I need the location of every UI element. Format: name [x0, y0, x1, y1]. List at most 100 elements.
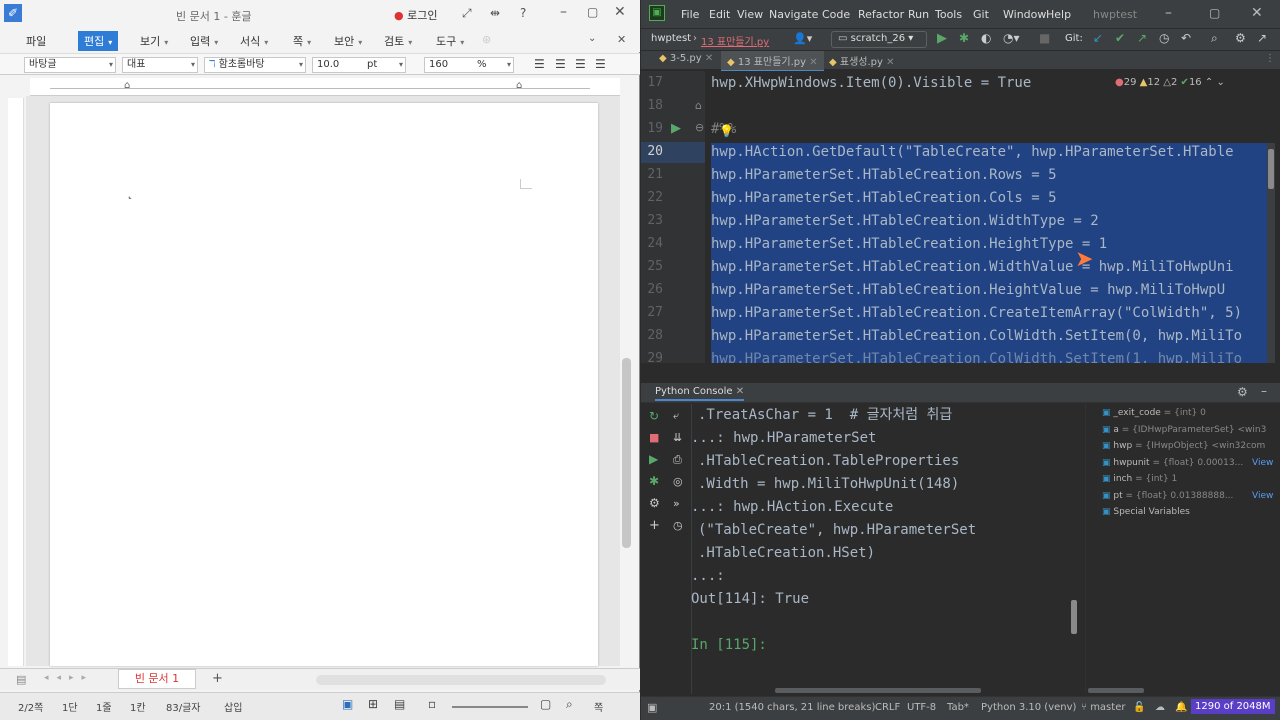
- run-cell-icon[interactable]: ▶: [671, 121, 681, 136]
- view-normal-icon[interactable]: ▣: [342, 697, 353, 711]
- console-settings-gear-icon[interactable]: ⚙: [649, 496, 660, 510]
- maximize-icon[interactable]: ▢: [1209, 6, 1220, 20]
- tab-list-icon[interactable]: ▤: [16, 673, 26, 686]
- notification-icon[interactable]: 🔔: [1175, 702, 1187, 713]
- console-scroll-thumb[interactable]: [1071, 600, 1077, 634]
- run-config-dropdown[interactable]: ▭ scratch_26 ▾: [831, 31, 927, 48]
- ribbon-close-icon[interactable]: ✕: [617, 33, 626, 46]
- coverage-icon[interactable]: ◐: [981, 31, 991, 45]
- console-settings-icon[interactable]: ⚙: [1237, 385, 1248, 399]
- menu-code[interactable]: Code: [822, 8, 850, 21]
- toolbar-toggle-icon[interactable]: ⇹: [490, 6, 500, 20]
- zoom-in-icon[interactable]: ▢: [540, 697, 551, 711]
- code-line[interactable]: hwp.XHwpWindows.Item(0).Visible = True: [711, 72, 1031, 95]
- print-icon[interactable]: ⎙: [673, 453, 682, 467]
- status-encoding[interactable]: UTF-8: [907, 702, 936, 713]
- line-number[interactable]: 29: [641, 351, 663, 363]
- vars-hscroll-thumb[interactable]: [1088, 688, 1144, 693]
- debug-console-icon[interactable]: ✱: [649, 474, 659, 488]
- line-number[interactable]: 19: [641, 121, 663, 136]
- face-dropdown[interactable]: 대표: [122, 57, 198, 73]
- close-icon[interactable]: ✕: [1251, 5, 1263, 21]
- font-size-field[interactable]: 10.0 pt: [312, 57, 406, 73]
- variable-row[interactable]: ▣ a = {IDHwpParameterSet} <win3: [1102, 425, 1266, 435]
- fold-icon[interactable]: ⊖: [695, 121, 704, 134]
- menu-view[interactable]: 보기 ▾: [140, 33, 168, 49]
- view-wide-icon[interactable]: ⊞: [368, 697, 378, 711]
- python-console[interactable]: ↻ ■ ▶ ✱ ⚙ + ⤶ ⇊ ⎙ ◎ » ◷ .TreatAsChar = 1…: [641, 404, 1084, 694]
- menu-git[interactable]: Git: [973, 8, 989, 21]
- code-line[interactable]: hwp.HParameterSet.HTableCreation.HeightT…: [711, 233, 1107, 256]
- close-icon[interactable]: ✕: [614, 4, 626, 20]
- menu-refactor[interactable]: Refactor: [858, 8, 904, 21]
- status-interpreter[interactable]: Python 3.10 (venv): [981, 702, 1076, 713]
- menu-edit[interactable]: Edit: [709, 8, 730, 21]
- menu-insert[interactable]: 입력 ▾: [190, 33, 218, 49]
- line-number[interactable]: 25: [641, 259, 663, 274]
- code-line[interactable]: hwp.HParameterSet.HTableCreation.HeightV…: [711, 279, 1225, 302]
- update-icon[interactable]: ↗: [1257, 31, 1267, 45]
- menu-tools[interactable]: Tools: [935, 8, 962, 21]
- line-number[interactable]: 27: [641, 305, 663, 320]
- git-update-icon[interactable]: ↙: [1093, 31, 1103, 45]
- show-vars-icon[interactable]: ◎: [673, 475, 683, 488]
- layout-icon[interactable]: ▣: [647, 701, 657, 714]
- status-branch[interactable]: ⑂ master: [1081, 702, 1125, 713]
- menu-navigate[interactable]: Navigate: [769, 8, 818, 21]
- expand-icon[interactable]: ⤢: [462, 6, 472, 21]
- menu-run[interactable]: Run: [908, 8, 929, 21]
- variable-row[interactable]: ▣ hwpunit = {float} 0.00013... View: [1102, 458, 1273, 468]
- status-mode[interactable]: 삽입: [224, 699, 242, 714]
- menu-file[interactable]: 파일: [26, 33, 46, 49]
- more-actions-icon[interactable]: »: [673, 497, 680, 510]
- rerun-icon[interactable]: ↻: [649, 409, 659, 423]
- align-center-icon[interactable]: ☰: [575, 57, 586, 71]
- indent-marker-icon[interactable]: ⌂: [124, 80, 130, 91]
- user-icon[interactable]: 👤▾: [793, 32, 812, 45]
- line-number[interactable]: 23: [641, 213, 663, 228]
- history-icon[interactable]: ◷: [1159, 31, 1169, 45]
- nav-up-icon[interactable]: ⌃: [1205, 77, 1213, 88]
- status-line-separator[interactable]: CRLF: [875, 702, 900, 713]
- search-everywhere-icon[interactable]: ⌕: [1211, 31, 1218, 46]
- fold-icon[interactable]: ⌂: [695, 99, 702, 112]
- ribbon-collapse-icon[interactable]: ⌄: [588, 33, 596, 44]
- variable-row[interactable]: ▣ Special Variables: [1102, 507, 1190, 517]
- tab-file-3[interactable]: ◆ 표생성.py ✕: [829, 53, 895, 68]
- cloud-icon[interactable]: ☁: [1155, 702, 1165, 713]
- search-icon[interactable]: ⌕: [566, 697, 573, 712]
- view-link[interactable]: View: [1252, 491, 1273, 501]
- code-editor[interactable]: 17 hwp.XHwpWindows.Item(0).Visible = True…: [641, 71, 1280, 363]
- scroll-end-icon[interactable]: ⇊: [673, 431, 682, 444]
- menu-edit[interactable]: 편집 ▾: [78, 31, 119, 51]
- git-commit-icon[interactable]: ✔: [1115, 31, 1125, 45]
- execute-icon[interactable]: ▶: [649, 452, 658, 466]
- code-line[interactable]: hwp.HAction.GetDefault("TableCreate", hw…: [711, 141, 1234, 164]
- hwp-horizontal-scrollbar[interactable]: [316, 675, 606, 685]
- variable-row[interactable]: ▣ _exit_code = {int} 0: [1102, 408, 1206, 418]
- variable-row[interactable]: ▣ inch = {int} 1: [1102, 474, 1177, 484]
- menu-page[interactable]: 쪽 ▾: [293, 33, 311, 49]
- login-button[interactable]: ● 로그인: [394, 7, 437, 23]
- line-number[interactable]: 21: [641, 167, 663, 182]
- soft-wrap-icon[interactable]: ⤶: [673, 409, 679, 423]
- code-line[interactable]: hwp.HParameterSet.HTableCreation.ColWidt…: [711, 325, 1242, 348]
- tab-file-1[interactable]: ◆ 3-5.py ✕: [659, 53, 713, 64]
- code-line[interactable]: hwp.HParameterSet.HTableCreation.Cols = …: [711, 187, 1057, 210]
- menu-tools[interactable]: 도구 ▾: [436, 33, 464, 49]
- style-dropdown[interactable]: 바탕글: [24, 57, 116, 73]
- status-extra[interactable]: 쪽: [594, 699, 603, 714]
- status-indent[interactable]: Tab*: [947, 702, 969, 713]
- lock-icon[interactable]: 🔓: [1133, 702, 1145, 713]
- editor-scrollbar[interactable]: [1267, 143, 1275, 363]
- document-page[interactable]: ˻: [50, 103, 598, 666]
- line-number[interactable]: 22: [641, 190, 663, 205]
- breadcrumb-file[interactable]: 13 표만들기.py: [701, 33, 769, 48]
- debug-icon[interactable]: ✱: [959, 31, 969, 45]
- line-number[interactable]: 28: [641, 328, 663, 343]
- add-tab-icon[interactable]: +: [212, 671, 223, 686]
- menu-review[interactable]: 검토 ▾: [384, 33, 412, 49]
- align-left-icon[interactable]: ☰: [555, 57, 566, 71]
- line-number[interactable]: 17: [641, 75, 663, 90]
- vertical-ruler[interactable]: [8, 98, 24, 666]
